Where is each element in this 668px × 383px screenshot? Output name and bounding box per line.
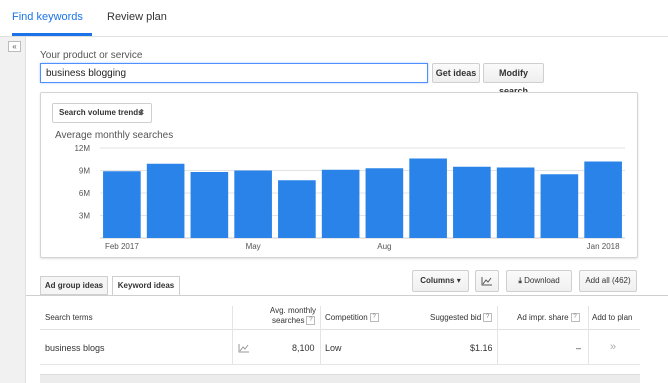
- header-suggested-bid[interactable]: Suggested bid?: [430, 313, 493, 323]
- help-icon[interactable]: ?: [369, 313, 379, 323]
- cell-competition: Low: [325, 343, 342, 353]
- x-tick-label: Aug: [377, 242, 391, 251]
- chart-bar[interactable]: [496, 167, 535, 239]
- cell-search-term: business blogs: [45, 343, 105, 353]
- chart-bar[interactable]: [190, 172, 229, 238]
- active-tab-indicator: [12, 33, 92, 36]
- header-avg-monthly-line1[interactable]: Avg. monthly: [268, 306, 316, 315]
- chart-bar[interactable]: [278, 180, 316, 238]
- tab-keyword-ideas[interactable]: Keyword ideas: [112, 276, 180, 296]
- download-label: Download: [524, 276, 560, 285]
- chart-bar[interactable]: [584, 161, 622, 239]
- help-icon[interactable]: ?: [306, 316, 316, 326]
- columns-label: Columns: [420, 276, 455, 285]
- dropdown-arrow-icon: ▾: [456, 276, 461, 285]
- header-ad-impr-share[interactable]: Ad impr. share?: [517, 313, 580, 323]
- table-scrollbar[interactable]: [40, 374, 640, 383]
- sort-arrows-icon: ⬍: [138, 108, 145, 117]
- cell-ad-impr-share: –: [576, 343, 582, 353]
- monthly-searches-bar-chart: 3M 6M 9M 12M Feb 2017 May Aug Jan 2018: [74, 144, 625, 251]
- chart-toggle-button[interactable]: [475, 270, 499, 292]
- header-avg-monthly-searches: searches: [272, 316, 305, 325]
- header-competition-label: Competition: [325, 313, 368, 322]
- chart-bar[interactable]: [321, 169, 360, 238]
- modify-search-button[interactable]: Modify search: [483, 63, 544, 96]
- chart-bar[interactable]: [540, 174, 579, 238]
- trend-select-label: Search volume trends: [59, 108, 143, 117]
- help-icon[interactable]: ?: [570, 313, 580, 323]
- y-tick-label: 12M: [74, 144, 90, 153]
- y-tick-label: 6M: [79, 189, 90, 198]
- line-chart-icon: [481, 277, 492, 286]
- tab-ad-group-ideas[interactable]: Ad group ideas: [40, 276, 108, 295]
- table-header: Search terms Avg. monthly searches? Comp…: [40, 304, 640, 330]
- collapse-sidebar-button[interactable]: «: [8, 41, 21, 52]
- header-suggested-bid-label: Suggested bid: [430, 313, 482, 322]
- x-tick-label: Feb 2017: [105, 242, 139, 251]
- header-avg-monthly-line2[interactable]: searches?: [272, 316, 316, 326]
- y-tick-label: 3M: [79, 212, 90, 221]
- left-gutter: [0, 37, 26, 383]
- get-ideas-button[interactable]: Get ideas: [432, 63, 480, 83]
- header-ad-impr-share-label: Ad impr. share: [517, 313, 569, 322]
- chart-bar[interactable]: [409, 158, 447, 239]
- tab-find-keywords[interactable]: Find keywords: [12, 11, 83, 23]
- add-to-plan-button[interactable]: »: [610, 341, 616, 353]
- add-all-button[interactable]: Add all (462): [579, 270, 637, 292]
- top-tab-bar: Find keywords Review plan: [0, 0, 668, 37]
- chart-bar[interactable]: [146, 163, 185, 238]
- download-button[interactable]: ⤓ Download: [506, 270, 572, 292]
- x-tick-label: Jan 2018: [587, 242, 620, 251]
- header-competition[interactable]: Competition?: [325, 313, 379, 323]
- chart-bar[interactable]: [365, 168, 404, 238]
- search-volume-trends-select[interactable]: Search volume trends ⬍: [52, 103, 152, 123]
- cell-avg-monthly-searches: 8,100: [292, 343, 315, 353]
- cell-suggested-bid: $1.16: [470, 343, 493, 353]
- table-row: business blogs 8,100 Low $1.16 – »: [40, 331, 640, 365]
- tab-review-plan[interactable]: Review plan: [107, 11, 167, 23]
- download-icon: ⤓: [518, 276, 522, 285]
- header-search-terms[interactable]: Search terms: [45, 313, 93, 322]
- x-tick-label: May: [246, 242, 261, 251]
- y-tick-label: 9M: [79, 167, 90, 176]
- help-icon[interactable]: ?: [483, 313, 493, 323]
- chart-bar[interactable]: [234, 170, 272, 239]
- product-input[interactable]: [40, 63, 428, 83]
- chart-bar[interactable]: [103, 171, 141, 238]
- chart-bar[interactable]: [453, 166, 491, 238]
- product-label: Your product or service: [40, 50, 143, 61]
- header-add-to-plan: Add to plan: [592, 313, 633, 322]
- trend-chart-icon[interactable]: [238, 343, 250, 353]
- columns-button[interactable]: Columns ▾: [412, 270, 469, 292]
